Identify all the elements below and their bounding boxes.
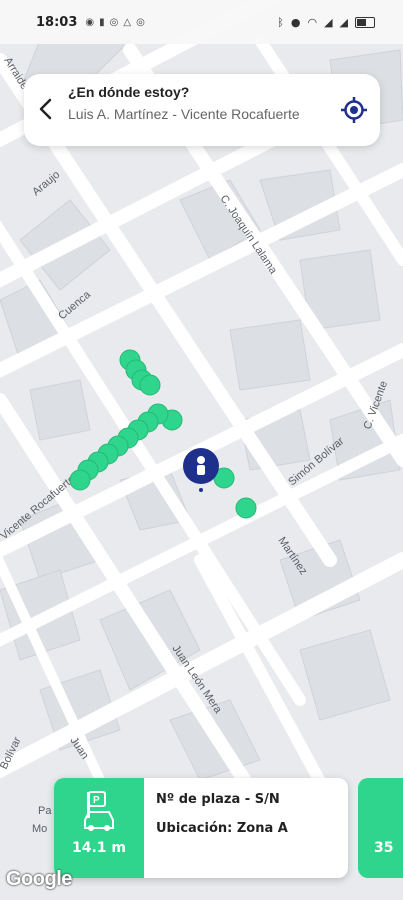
parking-distance: 14.1 m xyxy=(71,840,126,856)
next-parking-card[interactable]: 35 xyxy=(358,778,403,878)
signal-icon: ◢ xyxy=(339,15,348,29)
signal-icon: ◢ xyxy=(324,15,333,29)
current-location-text[interactable]: Luis A. Martínez - Vicente Rocafuerte xyxy=(68,106,338,122)
system-icons: ᛒ ● ◠ ◢ ◢ xyxy=(277,16,375,29)
notification-icons: ◉ ▮ ◎ △ ◎ xyxy=(85,17,144,28)
chevron-left-icon xyxy=(39,98,52,120)
location-icon: ● xyxy=(290,15,301,29)
status-time: 18:03 xyxy=(36,14,78,30)
parking-marker[interactable] xyxy=(69,469,91,491)
search-title: ¿En dónde estoy? xyxy=(68,84,190,100)
next-parking-distance: 35 xyxy=(374,840,394,856)
map-label-pa: Pa xyxy=(38,805,52,817)
location-search-card[interactable]: ¿En dónde estoy? Luis A. Martínez - Vice… xyxy=(24,74,380,146)
parking-marker[interactable] xyxy=(235,497,257,519)
google-logo: Google xyxy=(6,868,72,890)
back-button[interactable] xyxy=(36,96,60,124)
wifi-icon: ◠ xyxy=(307,15,318,29)
crosshair-icon xyxy=(341,97,367,123)
parking-spot-card[interactable]: P 14.1 m Nº de plaza - S/N Ubicación: Zo… xyxy=(54,778,348,878)
instagram-icon: ◎ xyxy=(136,16,145,28)
whatsapp-icon: ◉ xyxy=(85,16,95,28)
status-bar: 18:03 ◉ ▮ ◎ △ ◎ ᛒ ● ◠ ◢ ◢ xyxy=(0,0,403,44)
parking-car-icon: P xyxy=(84,791,114,831)
drive-icon: △ xyxy=(123,16,132,28)
battery-icon xyxy=(355,16,375,28)
map-label-mo: Mo xyxy=(32,823,47,835)
bluetooth-icon: ᛒ xyxy=(277,15,284,29)
svg-text:P: P xyxy=(93,795,100,806)
battery-saver-icon: ▮ xyxy=(99,16,105,28)
instagram-icon: ◎ xyxy=(109,16,119,28)
parking-location-zone: Ubicación: Zona A xyxy=(156,821,288,836)
parking-place-number: Nº de plaza - S/N xyxy=(156,792,280,807)
parking-card-distance-panel: P 14.1 m xyxy=(54,778,144,878)
parking-marker[interactable] xyxy=(139,374,161,396)
my-location-button[interactable] xyxy=(340,96,368,124)
